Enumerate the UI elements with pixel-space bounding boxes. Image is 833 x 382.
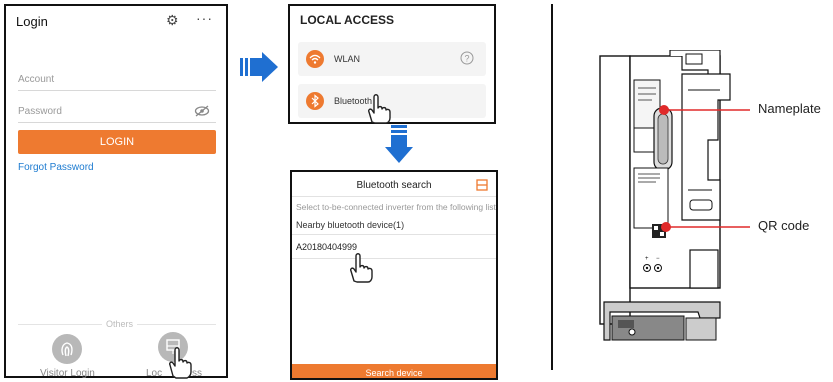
- nameplate-label: Nameplate: [758, 101, 821, 116]
- qr-code-label: QR code: [758, 218, 810, 233]
- list-divider: [292, 258, 496, 259]
- eye-off-icon[interactable]: [194, 105, 210, 117]
- visitor-login-label: Visitor Login: [40, 368, 95, 379]
- local-access-label-start: Loc: [146, 368, 163, 379]
- search-device-button[interactable]: Search device: [292, 364, 496, 378]
- local-access-screen: LOCAL ACCESS WLAN ? Bluetooth: [288, 4, 496, 124]
- bluetooth-search-header: Bluetooth search: [356, 180, 432, 191]
- svg-text:?: ?: [464, 54, 469, 64]
- header-divider: [292, 196, 496, 197]
- svg-text:+: +: [645, 256, 649, 262]
- page-title: Login: [16, 14, 48, 29]
- pointing-hand-icon: [169, 347, 192, 379]
- instruction-text: Select to-be-connected inverter from the…: [296, 202, 496, 212]
- password-underline: [18, 122, 216, 123]
- list-icon[interactable]: [476, 179, 488, 191]
- wifi-icon: [306, 50, 324, 68]
- nearby-devices-label: Nearby bluetooth device(1): [296, 220, 405, 230]
- account-field[interactable]: Account: [18, 74, 54, 85]
- password-field[interactable]: Password: [18, 106, 62, 117]
- login-screen: Login ⚙ ··· Account Password LOGIN Forgo…: [4, 4, 228, 379]
- pointing-hand-icon: [368, 94, 391, 124]
- device-list-item[interactable]: A20180404999: [296, 242, 357, 252]
- bluetooth-search-screen: Bluetooth search Select to-be-connected …: [290, 170, 498, 380]
- login-button[interactable]: LOGIN: [18, 130, 216, 154]
- bluetooth-icon: [306, 92, 324, 110]
- local-access-header: LOCAL ACCESS: [300, 13, 395, 27]
- pointing-hand-icon: [350, 253, 373, 283]
- more-icon[interactable]: ···: [196, 10, 213, 26]
- visitor-login-button[interactable]: [52, 334, 82, 364]
- inverter-diagram: + −: [599, 50, 750, 341]
- bluetooth-option[interactable]: Bluetooth: [298, 84, 486, 118]
- settings-icon[interactable]: ⚙: [166, 12, 179, 29]
- others-label: Others: [102, 319, 138, 329]
- arrow-right-icon: [240, 52, 278, 82]
- help-icon[interactable]: ?: [460, 51, 474, 65]
- fingerprint-icon: [61, 342, 73, 357]
- account-underline: [18, 90, 216, 91]
- wlan-label: WLAN: [334, 54, 361, 64]
- wlan-option[interactable]: WLAN ?: [298, 42, 486, 76]
- forgot-password-link[interactable]: Forgot Password: [18, 162, 94, 173]
- svg-text:−: −: [656, 256, 660, 262]
- section-divider: [551, 4, 553, 370]
- list-divider: [292, 234, 496, 235]
- arrow-down-icon: [385, 125, 413, 163]
